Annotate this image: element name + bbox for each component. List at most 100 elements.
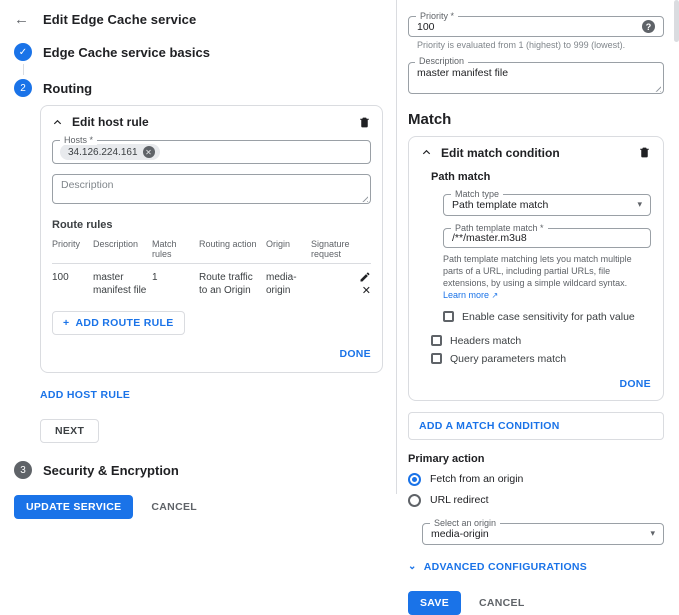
match-type-label: Match type — [451, 188, 504, 199]
delete-match-condition-trash-icon[interactable] — [638, 146, 651, 159]
url-redirect-label: URL redirect — [430, 494, 489, 507]
match-condition-header: Edit match condition — [421, 146, 651, 160]
step-routing-label: Routing — [43, 80, 93, 96]
column-header-routing-action: Routing action — [199, 239, 257, 249]
host-rule-done-button[interactable]: DONE — [339, 348, 371, 360]
chevron-up-icon[interactable] — [52, 117, 63, 128]
match-type-value: Path template match — [452, 198, 549, 211]
origin-select[interactable]: Select an origin media-origin ▾ — [422, 517, 664, 545]
query-params-checkbox[interactable] — [431, 353, 442, 365]
step-routing-number: 2 — [14, 79, 32, 97]
row-actions: ✕ — [349, 271, 371, 297]
description-field-label: Description — [415, 55, 469, 66]
match-type-select[interactable]: Match type Path template match ▾ — [443, 188, 651, 216]
panel-cancel-button[interactable]: CANCEL — [479, 597, 525, 609]
origin-select-label: Select an origin — [430, 517, 501, 528]
case-sensitivity-checkbox[interactable] — [443, 311, 454, 323]
advanced-configurations-toggle[interactable]: ⌄ ADVANCED CONFIGURATIONS — [408, 561, 664, 573]
match-condition-card: Edit match condition Path match Match ty… — [408, 135, 664, 401]
path-template-input[interactable] — [452, 231, 642, 244]
query-params-row: Query parameters match — [431, 353, 651, 365]
priority-helper-text: Priority is evaluated from 1 (highest) t… — [417, 40, 626, 50]
column-header-origin: Origin — [266, 239, 291, 249]
path-template-field[interactable]: Path template match * — [443, 222, 651, 248]
next-button[interactable]: NEXT — [40, 419, 100, 443]
cell-origin: media-origin — [266, 272, 297, 296]
edit-service-panel: ← Edit Edge Cache service ✓ Edge Cache s… — [0, 0, 397, 519]
learn-more-link[interactable]: Learn more — [443, 290, 489, 300]
path-template-helper: Path template matching lets you match mu… — [443, 253, 632, 288]
route-rules-table-header: Priority Description Match rules Routing… — [52, 233, 371, 264]
edit-route-rule-pencil-icon[interactable] — [359, 271, 371, 283]
add-route-rule-button[interactable]: + ADD ROUTE RULE — [52, 311, 185, 335]
match-condition-title: Edit match condition — [441, 145, 560, 160]
match-condition-done-row: DONE — [421, 378, 651, 390]
route-rule-row: 100 master manifest file 1 Route traffic… — [52, 264, 371, 301]
add-host-rule-button[interactable]: ADD HOST RULE — [40, 389, 382, 401]
chip-remove-icon[interactable]: ✕ — [142, 146, 155, 158]
priority-field-label: Priority * — [416, 11, 459, 21]
cell-match-rules: 1 — [152, 272, 158, 283]
description-wrap: Description master manifest file — [408, 55, 664, 97]
external-link-icon: ↗ — [491, 291, 499, 301]
step-basics-label: Edge Cache service basics — [43, 44, 210, 60]
cell-description: master manifest file — [93, 272, 147, 296]
plus-icon: + — [63, 317, 70, 329]
step-basics[interactable]: ✓ Edge Cache service basics — [14, 43, 382, 61]
host-rule-header: Edit host rule — [52, 115, 371, 129]
cell-routing-action: Route traffic to an Origin — [199, 272, 253, 296]
step-connector — [23, 64, 24, 75]
origin-select-value: media-origin — [431, 527, 489, 540]
save-button[interactable]: SAVE — [408, 590, 462, 615]
path-template-label: Path template match * — [451, 222, 548, 233]
column-header-description: Description — [93, 239, 139, 249]
chevron-down-icon: ⌄ — [408, 560, 417, 572]
update-service-button[interactable]: UPDATE SERVICE — [14, 495, 134, 519]
route-rule-edit-panel: Priority * ? Priority is evaluated from … — [398, 0, 679, 615]
help-icon[interactable]: ? — [642, 20, 655, 33]
primary-action-label: Primary action — [408, 452, 485, 465]
host-description-wrap — [52, 174, 371, 207]
step-security[interactable]: 3 Security & Encryption — [14, 461, 382, 479]
hosts-field-label: Hosts * — [60, 135, 98, 145]
url-redirect-radio[interactable] — [408, 493, 421, 507]
remove-route-rule-close-icon[interactable]: ✕ — [362, 286, 371, 297]
fetch-origin-radio[interactable] — [408, 472, 421, 486]
column-header-priority: Priority — [52, 239, 81, 249]
description-input[interactable]: master manifest file — [408, 61, 664, 94]
path-match-label: Path match — [431, 170, 491, 183]
host-rule-title: Edit host rule — [72, 115, 149, 129]
column-header-signature-request: Signature request — [311, 239, 350, 259]
step-security-label: Security & Encryption — [43, 462, 179, 478]
headers-match-row: Headers match — [431, 335, 651, 347]
column-header-match-rules: Match rules — [152, 239, 177, 259]
host-chip: 34.126.224.161 ✕ — [60, 144, 160, 160]
fetch-origin-option: Fetch from an origin — [408, 472, 664, 486]
query-params-label: Query parameters match — [450, 352, 567, 365]
page-header: ← Edit Edge Cache service — [14, 10, 382, 39]
add-route-rule-label: ADD ROUTE RULE — [75, 317, 174, 329]
dropdown-caret-icon: ▾ — [650, 528, 655, 539]
delete-host-rule-trash-icon[interactable] — [358, 116, 371, 129]
hosts-field[interactable]: Hosts * 34.126.224.161 ✕ — [52, 135, 371, 164]
case-sensitivity-row: Enable case sensitivity for path value — [443, 311, 651, 323]
headers-match-checkbox[interactable] — [431, 335, 442, 347]
step-routing[interactable]: 2 Routing — [14, 79, 382, 97]
host-description-input[interactable] — [52, 174, 371, 204]
add-match-condition-button[interactable]: ADD A MATCH CONDITION — [408, 411, 664, 440]
host-chip-value: 34.126.224.161 — [68, 146, 138, 158]
page-title: Edit Edge Cache service — [43, 12, 197, 27]
cell-priority: 100 — [52, 272, 69, 283]
host-rule-card: Edit host rule Hosts * 34.126.224.161 ✕ … — [40, 105, 383, 373]
fetch-origin-label: Fetch from an origin — [430, 473, 524, 486]
match-condition-done-button[interactable]: DONE — [619, 378, 651, 390]
cancel-button[interactable]: CANCEL — [151, 501, 197, 513]
chevron-up-icon[interactable] — [421, 147, 432, 158]
priority-input[interactable] — [417, 20, 642, 33]
scrollbar[interactable] — [674, 0, 679, 42]
case-sensitivity-label: Enable case sensitivity for path value — [462, 310, 635, 323]
back-arrow-icon[interactable]: ← — [14, 12, 29, 27]
host-rule-done-row: DONE — [52, 348, 371, 360]
priority-field[interactable]: Priority * ? — [408, 11, 664, 37]
route-rules-label: Route rules — [52, 219, 113, 231]
